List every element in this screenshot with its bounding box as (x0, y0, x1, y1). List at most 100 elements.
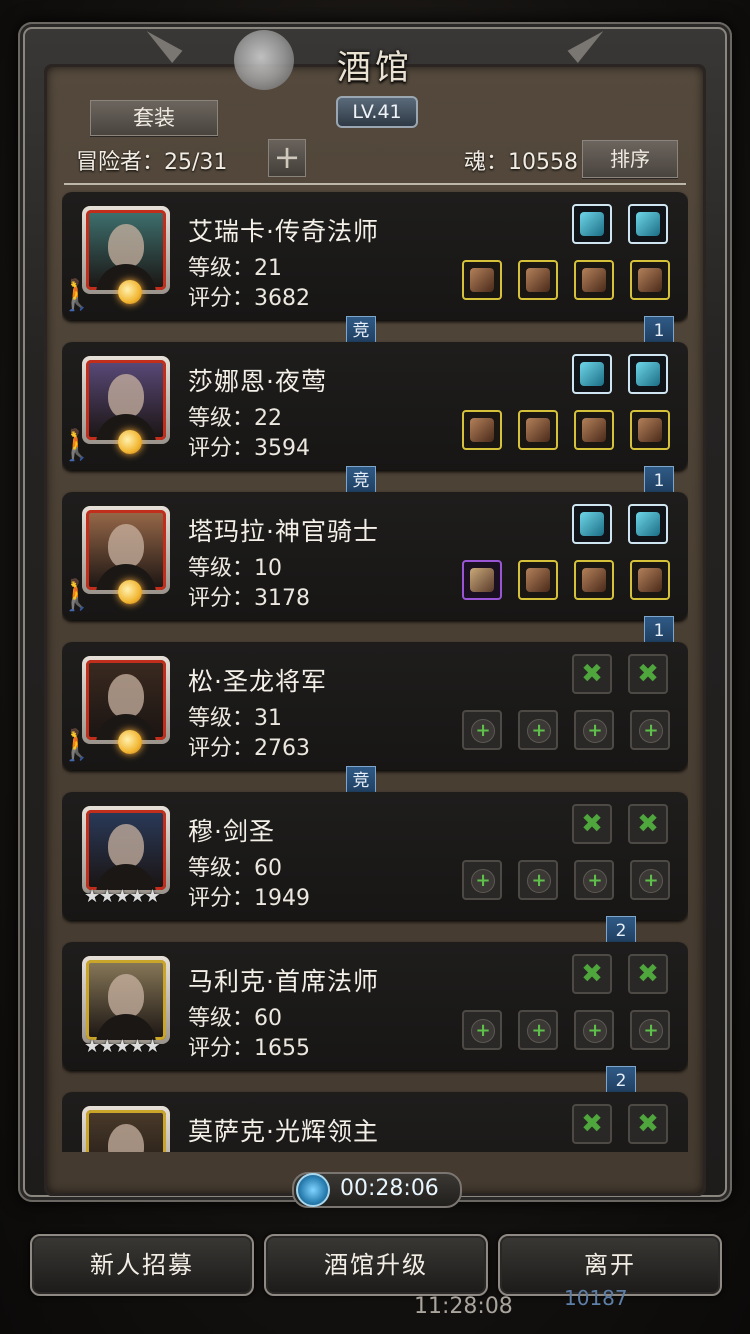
empty-slot-icon: + (471, 1019, 495, 1043)
hero-card[interactable]: ★★★★★ 马利克·首席法师 等级：60 评分：1655 ✖ ✖ + + + + (62, 942, 688, 1070)
hero-card[interactable]: 🚶 塔玛拉·神官骑士 等级：10 评分：3178 (62, 492, 688, 620)
equipment-slot[interactable]: + (630, 710, 670, 750)
hero-name: 艾瑞卡·传奇法师 (188, 217, 379, 246)
adventurer-count: 冒险者：25/31 (76, 150, 228, 175)
equipment-slot[interactable] (572, 504, 612, 544)
bottom-counter: 10187 (564, 1286, 628, 1310)
equipment-slot[interactable] (462, 410, 502, 450)
hero-level: 等级：31 (188, 706, 282, 731)
portrait-face (86, 660, 166, 740)
hero-name: 莎娜恩·夜莺 (188, 367, 327, 396)
equipment-slot[interactable]: ✖ (628, 804, 668, 844)
gem-icon (636, 212, 660, 236)
clock-icon (296, 1173, 330, 1207)
equipment-slot[interactable]: + (462, 1010, 502, 1050)
empty-slot-icon: ✖ (637, 809, 659, 839)
hero-level: 等级：60 (188, 1006, 282, 1031)
equipment-slot[interactable] (518, 560, 558, 600)
hero-card[interactable]: 🚶 艾瑞卡·传奇法师 等级：21 评分：3682 (62, 192, 688, 320)
equipment-slot[interactable] (572, 354, 612, 394)
equipment-slot[interactable] (574, 410, 614, 450)
empty-slot-icon: ✖ (637, 959, 659, 989)
equipment-slot[interactable] (628, 204, 668, 244)
walking-figure-icon: 🚶 (62, 428, 96, 463)
portrait-head (108, 974, 144, 1018)
hero-name: 松·圣龙将军 (188, 667, 327, 696)
equipment-slot[interactable] (518, 410, 558, 450)
equipment-slot[interactable]: ✖ (572, 954, 612, 994)
divider (64, 183, 686, 185)
equipment-slot[interactable]: + (574, 1010, 614, 1050)
empty-slot-icon: ✖ (581, 809, 603, 839)
equipment-slot[interactable] (630, 260, 670, 300)
hero-score: 评分：1949 (188, 886, 310, 911)
equipment-slot[interactable]: ✖ (572, 804, 612, 844)
equipment-slot[interactable] (630, 410, 670, 450)
equipment-slot[interactable]: + (574, 710, 614, 750)
hero-card[interactable]: ★★★★★ 穆·剑圣 等级：60 评分：1949 ✖ ✖ + + + + (62, 792, 688, 920)
moon-badge-icon (118, 730, 142, 754)
gem-icon (580, 212, 604, 236)
equipment-icon (582, 568, 606, 592)
moon-badge-icon (118, 280, 142, 304)
equipment-icon (638, 268, 662, 292)
moon-icon (234, 30, 294, 90)
equipment-slot[interactable] (630, 560, 670, 600)
equipment-slot[interactable] (628, 354, 668, 394)
equipment-slot[interactable]: + (462, 710, 502, 750)
hero-score: 评分：3682 (188, 286, 310, 311)
equipment-slot[interactable]: ✖ (628, 654, 668, 694)
hero-card[interactable]: 莫萨克·光辉领主等级：60 ✖ ✖ (62, 1092, 688, 1152)
equipment-icon (526, 268, 550, 292)
equipment-slot[interactable]: + (518, 710, 558, 750)
hero-level: 等级：21 (188, 256, 282, 281)
upgrade-button[interactable]: 酒馆升级 (264, 1234, 488, 1296)
equipment-slot[interactable]: ✖ (628, 1104, 668, 1144)
hero-name: 穆·剑圣 (188, 817, 275, 846)
hero-name: 莫萨克·光辉领主 (188, 1117, 379, 1146)
hero-score: 评分：3178 (188, 586, 310, 611)
hero-card[interactable]: 🚶 松·圣龙将军 等级：31 评分：2763 ✖ ✖ + + + + (62, 642, 688, 770)
equipment-slot[interactable]: ✖ (628, 954, 668, 994)
hero-card[interactable]: 🚶 莎娜恩·夜莺 等级：22 评分：3594 (62, 342, 688, 470)
hero-name: 塔玛拉·神官骑士 (188, 517, 379, 546)
portrait-face (86, 510, 166, 590)
equipment-slot[interactable] (518, 260, 558, 300)
equipment-icon (582, 268, 606, 292)
star-rating: ★★★★★ (84, 886, 161, 907)
equipment-slot[interactable] (462, 560, 502, 600)
hero-level: 等级：22 (188, 406, 282, 431)
add-slot-button[interactable]: + (268, 139, 306, 177)
portrait-head (108, 224, 144, 268)
set-button[interactable]: 套装 (90, 100, 218, 136)
equipment-slot[interactable]: + (630, 860, 670, 900)
equipment-slot[interactable]: ✖ (572, 654, 612, 694)
equipment-slot[interactable]: + (518, 860, 558, 900)
portrait-face (86, 210, 166, 290)
hero-portrait[interactable] (82, 1106, 170, 1152)
equipment-slot[interactable]: + (630, 1010, 670, 1050)
equipment-icon (470, 418, 494, 442)
hero-portrait[interactable] (82, 956, 170, 1044)
hero-list[interactable]: 🚶 艾瑞卡·传奇法师 等级：21 评分：3682 竞 1 🚶 莎娜恩·夜莺 等级：22 评分：35… (62, 186, 688, 1152)
equipment-slot[interactable]: ✖ (572, 1104, 612, 1144)
equipment-slot[interactable]: + (462, 860, 502, 900)
equipment-slot[interactable]: + (574, 860, 614, 900)
equipment-icon (638, 568, 662, 592)
hero-portrait[interactable] (82, 806, 170, 894)
equipment-icon (582, 418, 606, 442)
hammer-icon (470, 568, 494, 592)
sort-button[interactable]: 排序 (582, 140, 678, 178)
equipment-slot[interactable] (572, 204, 612, 244)
gem-icon (580, 362, 604, 386)
equipment-slot[interactable]: + (518, 1010, 558, 1050)
page-title: 酒馆 (337, 48, 413, 88)
equipment-slot[interactable] (574, 560, 614, 600)
equipment-slot[interactable] (628, 504, 668, 544)
hero-name: 马利克·首席法师 (188, 967, 379, 996)
moon-badge-icon (118, 580, 142, 604)
gem-icon (636, 512, 660, 536)
recruit-button[interactable]: 新人招募 (30, 1234, 254, 1296)
equipment-slot[interactable] (462, 260, 502, 300)
equipment-slot[interactable] (574, 260, 614, 300)
